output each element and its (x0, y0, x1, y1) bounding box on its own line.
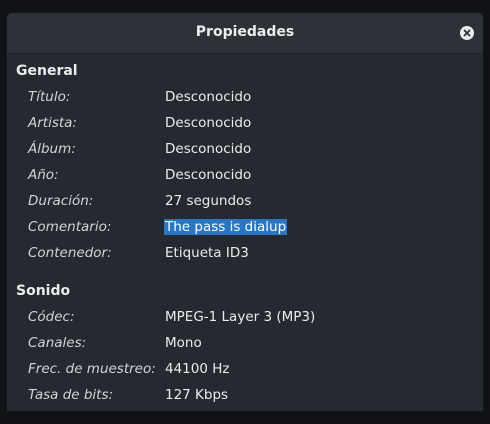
property-value[interactable]: Desconocido (165, 167, 251, 183)
property-label: Álbum: (28, 141, 76, 157)
property-row-album: Álbum: Desconocido (7, 137, 483, 163)
property-row-title: Título: Desconocido (7, 85, 483, 111)
property-row-sample-rate: Frec. de muestreo: 44100 Hz (7, 357, 483, 383)
property-label: Códec: (28, 309, 75, 325)
property-value[interactable]: Desconocido (165, 89, 251, 105)
properties-content: General Título: Desconocido Artista: Des… (7, 54, 483, 411)
close-button[interactable] (460, 26, 474, 40)
section-title-general: General (16, 63, 78, 79)
property-row-channels: Canales: Mono (7, 331, 483, 357)
property-value[interactable]: Mono (165, 335, 202, 351)
property-label: Duración: (28, 193, 94, 209)
property-row-codec: Códec: MPEG-1 Layer 3 (MP3) (7, 305, 483, 331)
property-label: Año: (28, 167, 59, 183)
property-value[interactable]: Desconocido (165, 115, 251, 131)
property-label: Artista: (28, 115, 77, 131)
property-value[interactable]: Etiqueta ID3 (165, 245, 249, 261)
property-label: Comentario: (28, 219, 112, 235)
property-row-bitrate: Tasa de bits: 127 Kbps (7, 383, 483, 409)
property-label: Título: (28, 89, 71, 105)
property-row-container: Contenedor: Etiqueta ID3 (7, 241, 483, 267)
property-row-year: Año: Desconocido (7, 163, 483, 189)
property-label: Tasa de bits: (28, 387, 114, 403)
property-value[interactable]: 27 segundos (165, 193, 251, 209)
property-value[interactable]: Desconocido (165, 141, 251, 157)
property-label: Canales: (28, 335, 87, 351)
property-row-comment: Comentario: The pass is dialup (7, 215, 483, 241)
properties-dialog: Propiedades General Título: Desconocido … (6, 12, 484, 412)
property-label: Contenedor: (28, 245, 112, 261)
property-value[interactable]: 44100 Hz (165, 361, 229, 377)
property-label: Frec. de muestreo: (28, 361, 156, 377)
property-row-artist: Artista: Desconocido (7, 111, 483, 137)
property-value-selected[interactable]: The pass is dialup (164, 219, 288, 235)
close-icon (463, 29, 471, 37)
property-value[interactable]: 127 Kbps (165, 387, 228, 403)
property-row-duration: Duración: 27 segundos (7, 189, 483, 215)
property-value[interactable]: MPEG-1 Layer 3 (MP3) (165, 309, 315, 325)
titlebar: Propiedades (7, 13, 483, 54)
section-title-sound: Sonido (16, 283, 71, 299)
dialog-title: Propiedades (195, 24, 295, 40)
